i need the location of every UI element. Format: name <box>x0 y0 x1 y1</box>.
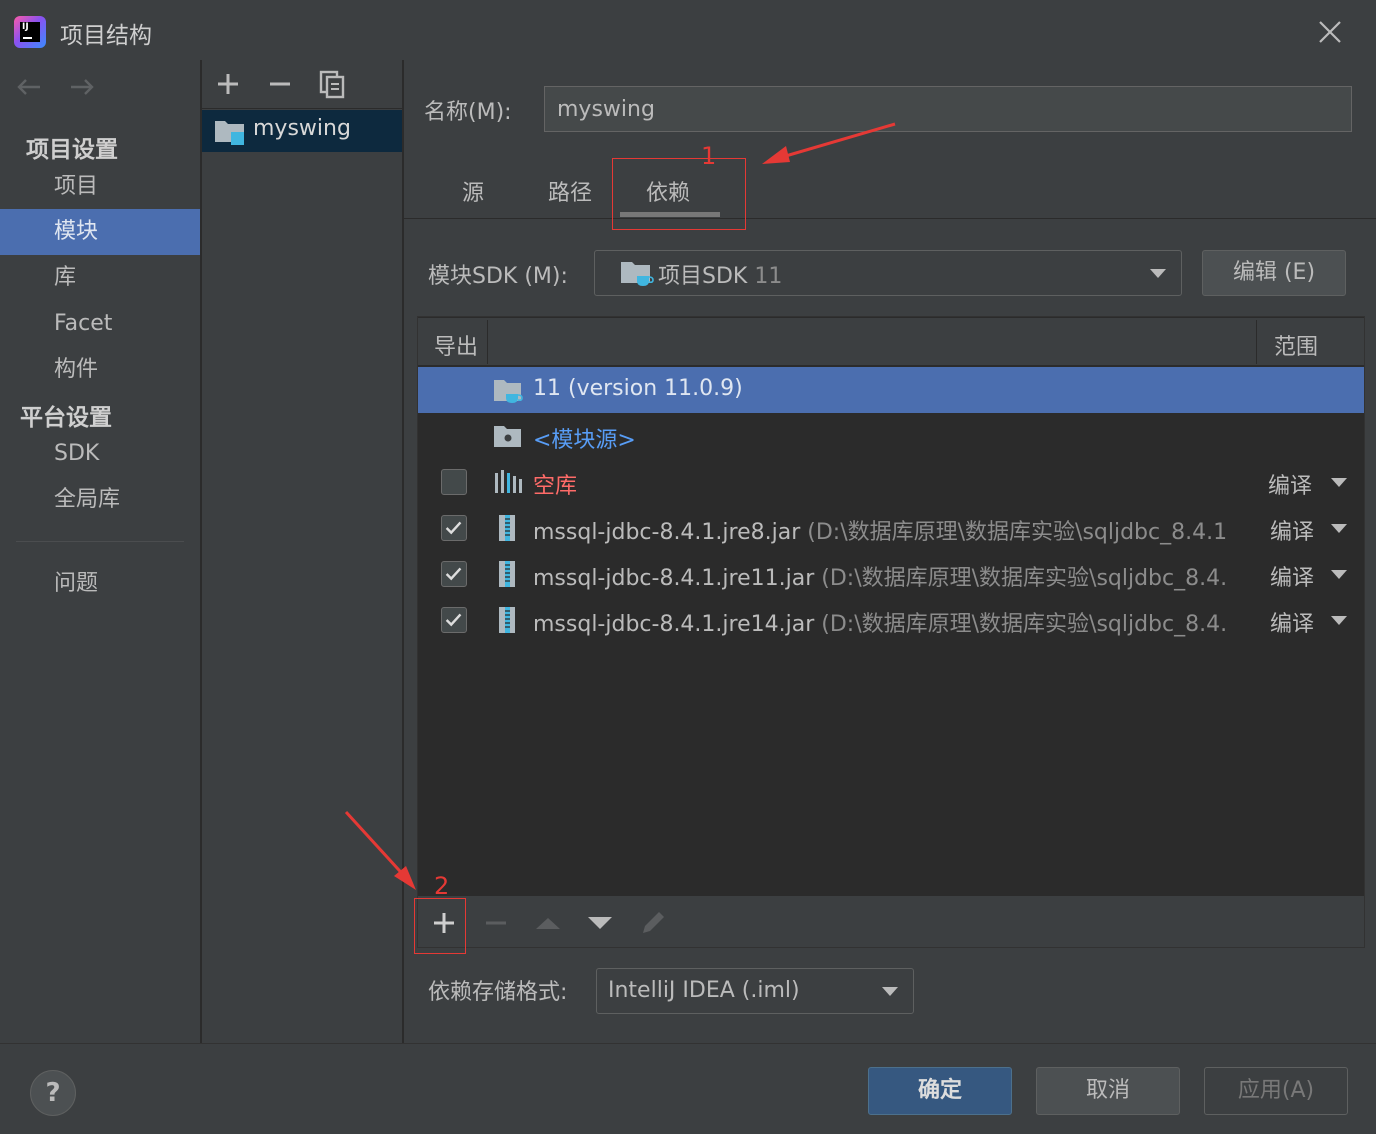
dependency-name: <模块源> <box>533 428 636 453</box>
module-folder-icon <box>215 121 244 145</box>
move-down-icon[interactable] <box>583 906 617 940</box>
toolbar-divider <box>202 108 402 109</box>
export-checkbox[interactable] <box>441 607 467 633</box>
check-icon <box>445 521 462 535</box>
annotation-box-1 <box>612 158 746 230</box>
source-folder-icon <box>494 426 521 447</box>
sidebar-item-facets[interactable]: Facet <box>0 301 200 347</box>
sidebar-item-libraries[interactable]: 库 <box>0 255 200 301</box>
intellij-logo-icon: IJ <box>14 16 46 48</box>
library-icon <box>495 470 522 493</box>
jar-icon <box>499 515 515 541</box>
column-header-export[interactable]: 导出 <box>434 329 478 361</box>
remove-icon[interactable] <box>262 66 298 102</box>
move-up-icon[interactable] <box>531 906 565 940</box>
column-header-scope[interactable]: 范围 <box>1274 329 1318 361</box>
remove-dependency-icon[interactable] <box>479 906 513 940</box>
chevron-down-icon[interactable] <box>1330 522 1348 534</box>
column-separator[interactable] <box>1256 320 1257 364</box>
dependency-name: 11 (version 11.0.9) <box>533 376 743 401</box>
cancel-button[interactable]: 取消 <box>1036 1067 1180 1115</box>
scope-value[interactable]: 编译 <box>1268 560 1315 592</box>
export-checkbox[interactable] <box>441 561 467 587</box>
scope-value[interactable]: 编译 <box>1268 606 1315 638</box>
name-label: 名称(M): <box>424 100 512 125</box>
ok-button[interactable]: 确定 <box>868 1067 1012 1115</box>
module-name: myswing <box>253 116 351 141</box>
chevron-down-icon[interactable] <box>1330 568 1348 580</box>
check-icon <box>445 567 462 581</box>
copy-icon[interactable] <box>314 66 350 102</box>
annotation-box-2 <box>414 898 466 954</box>
chevron-down-icon[interactable] <box>1330 614 1348 626</box>
dependency-name: mssql-jdbc-8.4.1.jre14.jar (D:\数据库原理\数据库… <box>533 612 1228 637</box>
sdk-folder-icon <box>621 262 654 286</box>
sidebar-item-modules[interactable]: 模块 <box>0 209 200 255</box>
tab-bar-divider <box>404 218 1376 219</box>
platform-settings-heading: 平台设置 <box>20 405 112 431</box>
scope-value[interactable]: 编译 <box>1268 468 1312 500</box>
storage-format-label: 依赖存储格式: <box>428 980 568 1005</box>
help-button[interactable]: ? <box>30 1070 76 1116</box>
module-sdk-value: 项目SDK 11 <box>658 264 783 289</box>
jar-icon <box>499 607 515 633</box>
sidebar-divider <box>16 541 184 542</box>
module-list-panel <box>202 60 402 1043</box>
close-icon[interactable] <box>1312 14 1348 50</box>
forward-arrow-icon[interactable] <box>67 72 97 102</box>
sidebar-item-problems[interactable]: 问题 <box>0 561 200 607</box>
export-checkbox[interactable] <box>441 469 467 495</box>
module-name-input[interactable] <box>544 86 1352 132</box>
chevron-down-icon <box>882 987 898 996</box>
annotation-number-1: 1 <box>701 142 717 170</box>
edit-sdk-button[interactable]: 编辑 (E) <box>1202 250 1346 296</box>
table-header <box>418 318 1364 366</box>
scope-value[interactable]: 编译 <box>1268 514 1315 546</box>
dependency-name: mssql-jdbc-8.4.1.jre8.jar (D:\数据库原理\数据库实… <box>533 520 1228 545</box>
sidebar-item-sdk[interactable]: SDK <box>0 431 200 477</box>
jar-icon <box>499 561 515 587</box>
edit-pencil-icon[interactable] <box>636 906 670 940</box>
project-settings-heading: 项目设置 <box>26 137 118 163</box>
tab-paths[interactable]: 路径 <box>548 175 592 207</box>
sidebar-item-global-libraries[interactable]: 全局库 <box>0 477 200 523</box>
dependency-name: 空库 <box>533 474 578 499</box>
add-icon[interactable] <box>210 66 246 102</box>
export-checkbox[interactable] <box>441 515 467 541</box>
dependency-name: mssql-jdbc-8.4.1.jre11.jar (D:\数据库原理\数据库… <box>533 566 1228 591</box>
storage-format-value: IntelliJ IDEA (.iml) <box>608 978 800 1003</box>
tab-sources[interactable]: 源 <box>462 175 484 207</box>
column-separator[interactable] <box>487 320 488 364</box>
sidebar-item-project[interactable]: 项目 <box>0 164 200 210</box>
apply-button[interactable]: 应用(A) <box>1204 1067 1348 1115</box>
chevron-down-icon <box>1150 269 1166 278</box>
check-icon <box>445 613 462 627</box>
jdk-folder-icon <box>494 380 523 403</box>
back-arrow-icon[interactable] <box>14 72 44 102</box>
chevron-down-icon[interactable] <box>1330 476 1348 488</box>
sidebar-item-artifacts[interactable]: 构件 <box>0 347 200 393</box>
annotation-number-2: 2 <box>434 872 450 900</box>
title-bar <box>0 0 1376 60</box>
window-title: 项目结构 <box>60 23 152 49</box>
module-sdk-label: 模块SDK (M): <box>428 264 568 289</box>
